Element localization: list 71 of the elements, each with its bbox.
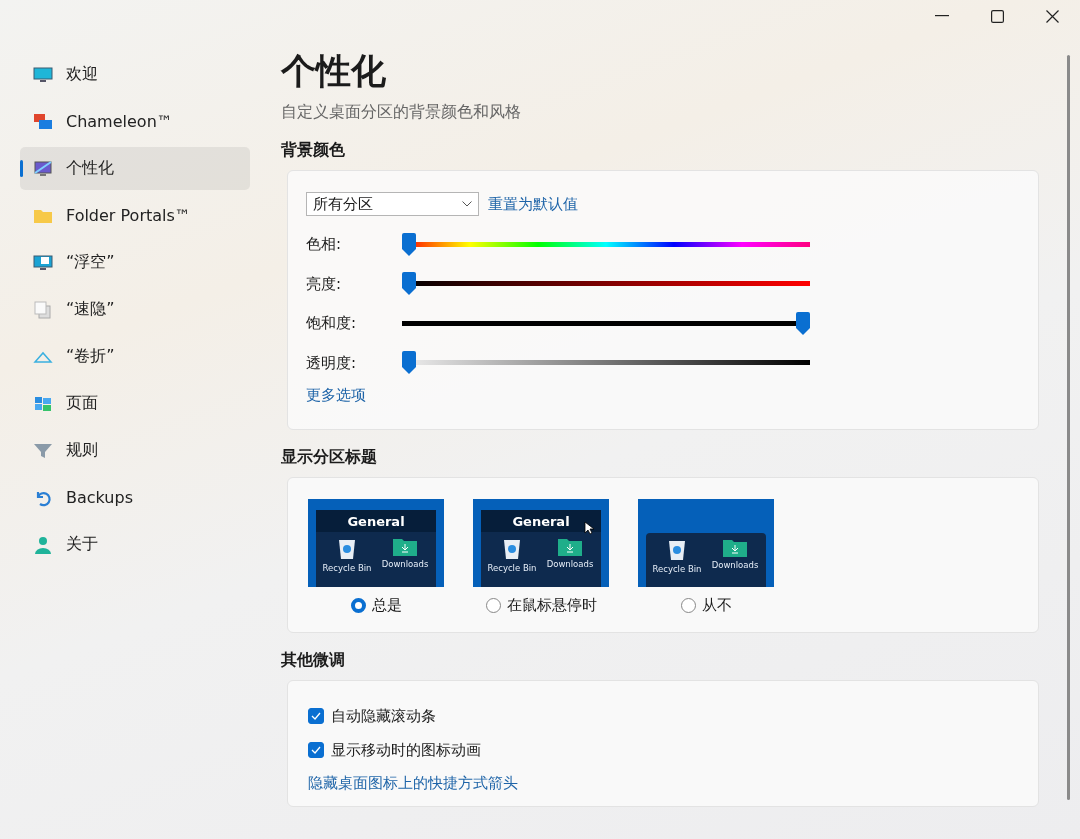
- folder-icon: [393, 538, 417, 556]
- sidebar-item[interactable]: 规则: [20, 429, 250, 472]
- monitor-icon: [33, 158, 53, 179]
- slider-thumb[interactable]: [402, 351, 416, 375]
- sidebar-item[interactable]: Folder Portals™: [20, 194, 250, 237]
- page-title: 个性化: [281, 50, 387, 93]
- shortcut-arrow-link[interactable]: 隐藏桌面图标上的快捷方式箭头: [308, 774, 518, 793]
- sidebar-item[interactable]: “卷折”: [20, 335, 250, 378]
- maximize-icon[interactable]: [991, 9, 1004, 23]
- slider-label: 亮度:: [306, 274, 343, 294]
- color-slider[interactable]: [402, 311, 810, 336]
- reset-link[interactable]: 重置为默认值: [488, 194, 578, 214]
- desktop-icon-label: Downloads: [381, 559, 429, 569]
- desktop-icon-label: Recycle Bin: [487, 563, 537, 573]
- radio-option[interactable]: 在鼠标悬停时: [485, 596, 597, 615]
- close-icon[interactable]: [1046, 9, 1059, 23]
- desktop-icon-label: Downloads: [546, 559, 594, 569]
- sidebar-item[interactable]: “浮空”: [20, 241, 250, 284]
- checkbox-option[interactable]: 自动隐藏滚动条: [308, 699, 436, 733]
- slider-thumb[interactable]: [402, 272, 416, 296]
- recycle-bin-icon: [668, 539, 686, 561]
- more-options-link[interactable]: 更多选项: [306, 386, 366, 405]
- color-slider[interactable]: [402, 351, 810, 376]
- radio-option[interactable]: 从不: [680, 596, 732, 615]
- slider-thumb[interactable]: [402, 232, 416, 256]
- checkmark-icon: [311, 746, 321, 754]
- color-slider[interactable]: [402, 232, 810, 257]
- scrollbar[interactable]: [1067, 55, 1070, 800]
- checkbox[interactable]: [308, 708, 324, 724]
- person-icon: [33, 534, 53, 555]
- section-heading: 背景颜色: [281, 139, 346, 161]
- slider-label: 色相:: [306, 235, 343, 255]
- checkbox[interactable]: [308, 742, 324, 758]
- section-heading: 显示分区标题: [281, 446, 378, 468]
- recycle-bin-icon: [503, 538, 521, 560]
- fence-title: General: [481, 510, 601, 532]
- folder-icon: [558, 538, 582, 556]
- sidebar-item[interactable]: 欢迎: [20, 53, 250, 96]
- folder-icon: [723, 539, 747, 557]
- minimize-icon[interactable]: [935, 15, 949, 17]
- radio-button[interactable]: [485, 598, 501, 613]
- sidebar-item[interactable]: “速隐”: [20, 288, 250, 331]
- sidebar-item[interactable]: Chameleon™: [20, 100, 250, 143]
- checkbox-option[interactable]: 显示移动时的图标动画: [308, 733, 481, 767]
- slider-label: 饱和度:: [306, 314, 358, 334]
- desktop-icon-label: Recycle Bin: [322, 563, 372, 573]
- color-slider[interactable]: [402, 272, 810, 297]
- desktop-icon-label: Recycle Bin: [652, 564, 702, 574]
- monitor-icon: [33, 252, 53, 273]
- mouse-cursor-icon: [584, 521, 594, 535]
- sidebar-item[interactable]: 关于: [20, 523, 250, 566]
- fence-title: General: [316, 510, 436, 532]
- recycle-bin-icon: [338, 538, 356, 560]
- sidebar-item[interactable]: Backups: [20, 476, 250, 519]
- chevron-down-icon: [462, 201, 472, 207]
- windows-icon: [33, 111, 53, 132]
- page-subtitle: 自定义桌面分区的背景颜色和风格: [281, 101, 522, 123]
- radio-button[interactable]: [680, 598, 696, 613]
- desktop-icon-label: Downloads: [711, 560, 759, 570]
- pages-icon: [33, 299, 53, 320]
- sidebar-item[interactable]: 个性化: [20, 147, 250, 190]
- checkmark-icon: [311, 712, 321, 720]
- slider-thumb[interactable]: [796, 311, 810, 335]
- partition-dropdown[interactable]: 所有分区: [306, 192, 479, 216]
- selection-indicator: [20, 160, 23, 177]
- section-heading: 其他微调: [281, 649, 346, 671]
- sidebar-item[interactable]: 页面: [20, 382, 250, 425]
- radio-option[interactable]: 总是: [350, 596, 402, 615]
- radio-button[interactable]: [350, 598, 366, 613]
- monitor-icon: [33, 64, 53, 85]
- slider-label: 透明度:: [306, 353, 358, 373]
